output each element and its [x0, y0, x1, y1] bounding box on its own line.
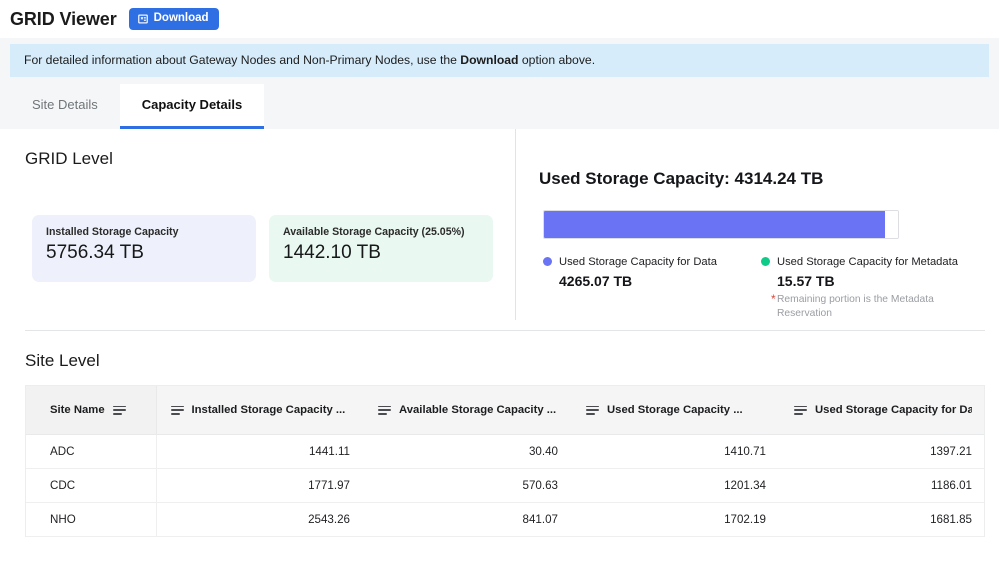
card-installed-storage: Installed Storage Capacity 5756.34 TB — [32, 215, 256, 282]
tab-site-details-label: Site Details — [32, 97, 98, 112]
legend-item-data: Used Storage Capacity for Data 4265.07 T… — [543, 256, 761, 321]
legend-label-data: Used Storage Capacity for Data — [559, 256, 717, 268]
cell-used-data: 1186.01 — [780, 468, 985, 502]
asterisk-icon: * — [771, 291, 776, 307]
card-available-label: Available Storage Capacity (25.05%) — [283, 227, 479, 239]
table-body: ADC1441.1130.401410.711397.21CDC1771.975… — [26, 434, 985, 536]
cell-available: 30.40 — [364, 434, 572, 468]
legend-value-metadata: 15.57 TB — [777, 273, 979, 289]
column-header-available-label: Available Storage Capacity ... — [399, 404, 556, 416]
grid-level-left: GRID Level Installed Storage Capacity 57… — [10, 129, 515, 321]
grid-level-cards: Installed Storage Capacity 5756.34 TB Av… — [10, 169, 515, 282]
column-header-installed-label: Installed Storage Capacity ... — [192, 404, 346, 416]
grid-viewer-page: GRID Viewer Download For detailed inform… — [0, 0, 999, 580]
used-storage-title: Used Storage Capacity: 4314.24 TB — [516, 143, 989, 189]
table-header-row: Site Name Installed Storage Capacity ... — [26, 386, 985, 434]
spreadsheet-download-icon — [137, 13, 149, 25]
cell-used-data: 1397.21 — [780, 434, 985, 468]
column-header-used[interactable]: Used Storage Capacity ... — [572, 386, 780, 434]
used-storage-legend: Used Storage Capacity for Data 4265.07 T… — [543, 256, 989, 321]
site-level-table-wrap: Site Name Installed Storage Capacity ... — [25, 385, 985, 537]
cell-available: 570.63 — [364, 468, 572, 502]
card-available-value: 1442.10 TB — [283, 243, 479, 264]
notice-band: For detailed information about Gateway N… — [0, 38, 999, 84]
card-installed-value: 5756.34 TB — [46, 243, 242, 264]
column-header-available[interactable]: Available Storage Capacity ... — [364, 386, 572, 434]
table-row[interactable]: CDC1771.97570.631201.341186.01 — [26, 468, 985, 502]
cell-site-name: CDC — [26, 468, 156, 502]
table-row[interactable]: NHO2543.26841.071702.191681.85 — [26, 502, 985, 536]
cell-installed: 1771.97 — [156, 468, 364, 502]
legend-item-metadata: Used Storage Capacity for Metadata 15.57… — [761, 256, 979, 321]
grid-level-title: GRID Level — [10, 143, 515, 169]
notice-prefix: For detailed information about Gateway N… — [24, 53, 460, 67]
filter-icon[interactable] — [378, 406, 391, 415]
cell-installed: 1441.11 — [156, 434, 364, 468]
site-level-title: Site Level — [10, 331, 989, 371]
tab-capacity-details[interactable]: Capacity Details — [120, 84, 264, 129]
tabs-bar: Site Details Capacity Details — [0, 84, 999, 129]
legend-dot-metadata-icon — [761, 257, 770, 266]
main-content: GRID Level Installed Storage Capacity 57… — [0, 129, 999, 537]
info-banner: For detailed information about Gateway N… — [10, 44, 989, 77]
cell-used-data: 1681.85 — [780, 502, 985, 536]
filter-icon[interactable] — [586, 406, 599, 415]
filter-icon[interactable] — [171, 406, 184, 415]
column-header-site-name[interactable]: Site Name — [26, 386, 156, 434]
card-available-storage: Available Storage Capacity (25.05%) 1442… — [269, 215, 493, 282]
cell-used: 1201.34 — [572, 468, 780, 502]
used-storage-panel: Used Storage Capacity: 4314.24 TB Used S… — [515, 129, 989, 321]
filter-icon[interactable] — [794, 406, 807, 415]
download-button[interactable]: Download — [129, 8, 219, 30]
column-header-installed[interactable]: Installed Storage Capacity ... — [156, 386, 364, 434]
notice-suffix: option above. — [519, 53, 596, 67]
cell-installed: 2543.26 — [156, 502, 364, 536]
cell-available: 841.07 — [364, 502, 572, 536]
column-header-used-data-label: Used Storage Capacity for Data... — [815, 404, 972, 416]
filter-icon[interactable] — [113, 406, 126, 415]
column-header-used-label: Used Storage Capacity ... — [607, 404, 743, 416]
bar-segment-data — [544, 211, 885, 238]
grid-level-section: GRID Level Installed Storage Capacity 57… — [10, 129, 989, 321]
download-button-label: Download — [154, 13, 209, 25]
notice-emphasis: Download — [460, 53, 518, 67]
used-storage-bar — [543, 210, 899, 239]
cell-used: 1410.71 — [572, 434, 780, 468]
cell-used: 1702.19 — [572, 502, 780, 536]
tab-site-details[interactable]: Site Details — [10, 84, 120, 129]
legend-note-metadata: *Remaining portion is the Metadata Reser… — [777, 293, 957, 321]
cell-site-name: ADC — [26, 434, 156, 468]
column-header-site-name-label: Site Name — [50, 404, 105, 416]
legend-dot-data-icon — [543, 257, 552, 266]
legend-label-metadata: Used Storage Capacity for Metadata — [777, 256, 958, 268]
legend-value-data: 4265.07 TB — [559, 273, 761, 289]
table-row[interactable]: ADC1441.1130.401410.711397.21 — [26, 434, 985, 468]
tab-capacity-details-label: Capacity Details — [142, 97, 242, 112]
bar-segment-metadata — [885, 211, 898, 238]
page-title: GRID Viewer — [10, 9, 117, 30]
app-header: GRID Viewer Download — [0, 0, 999, 38]
column-header-used-data[interactable]: Used Storage Capacity for Data... — [780, 386, 985, 434]
card-installed-label: Installed Storage Capacity — [46, 227, 242, 239]
cell-site-name: NHO — [26, 502, 156, 536]
site-level-table: Site Name Installed Storage Capacity ... — [26, 386, 985, 537]
legend-note-text: Remaining portion is the Metadata Reserv… — [777, 294, 934, 319]
